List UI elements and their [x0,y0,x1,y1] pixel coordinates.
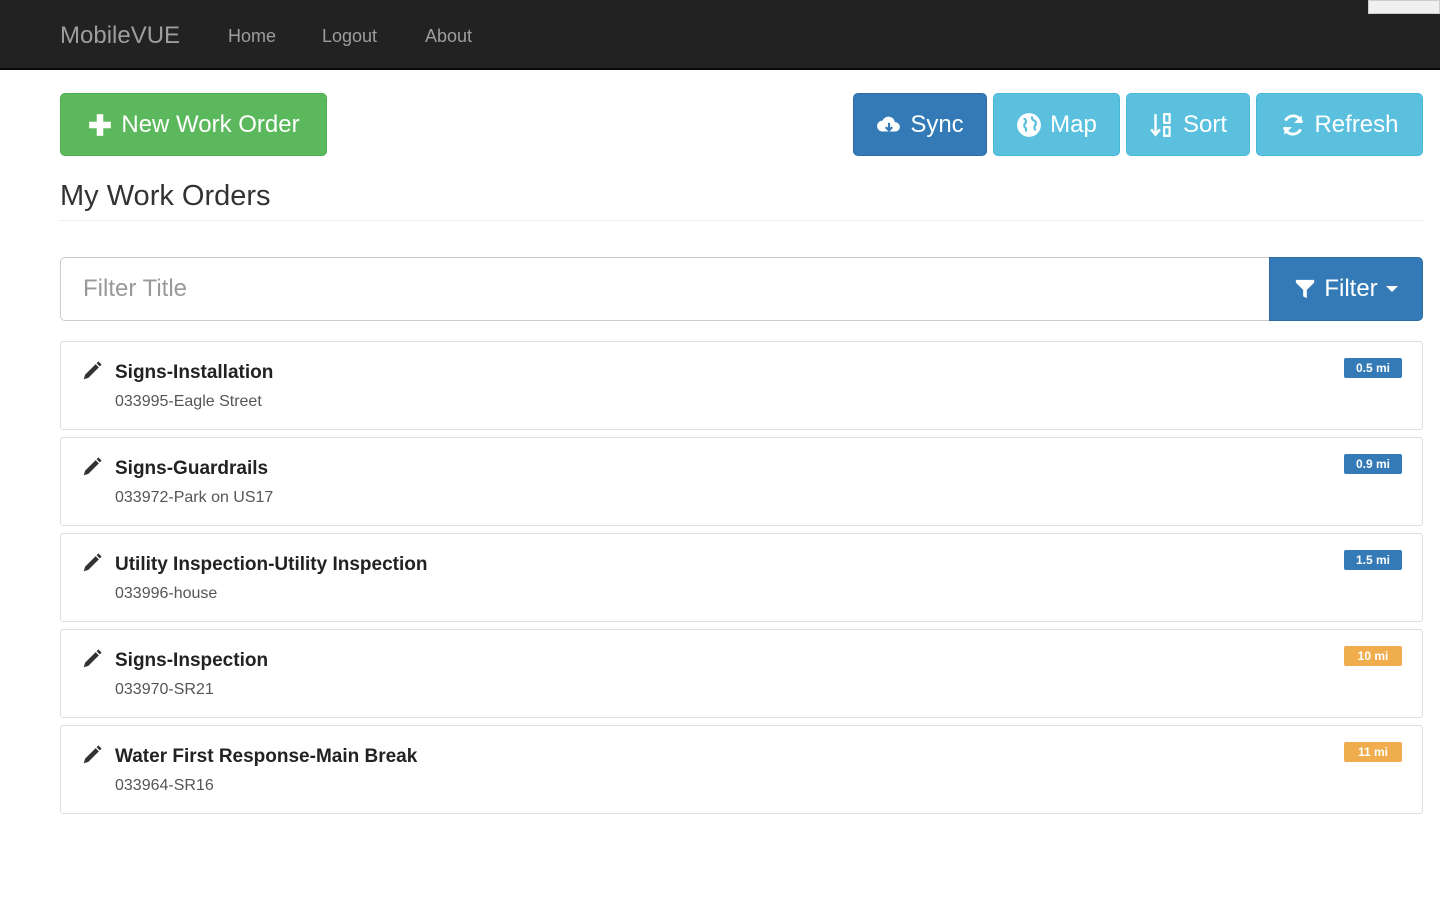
brand-logo[interactable]: MobileVUE [60,22,180,50]
work-order-title: Signs-Inspection [115,650,269,671]
work-order-title: Signs-Guardrails [115,458,269,479]
refresh-icon [1283,113,1304,136]
refresh-label: Refresh [1314,110,1399,138]
work-order-subtitle: 033996-house [115,585,218,602]
work-order-title: Utility Inspection-Utility Inspection [115,554,428,575]
sync-button[interactable]: Sync [853,93,987,156]
filter-dropdown-button[interactable]: Filter [1269,257,1423,321]
distance-badge: 10 mi [1344,646,1402,666]
work-order-subtitle: 033970-SR21 [115,681,214,698]
page-title: My Work Orders [60,180,271,212]
work-order-item[interactable]: Utility Inspection-Utility Inspection 03… [60,533,1423,622]
work-order-subtitle: 033964-SR16 [115,777,214,794]
work-order-item[interactable]: Water First Response-Main Break 033964-S… [60,725,1423,814]
filter-icon [1296,279,1315,299]
nav-link-about[interactable]: About [425,26,472,47]
nav-link-logout[interactable]: Logout [322,26,377,47]
sort-label: Sort [1182,110,1227,138]
filter-title-input[interactable] [60,257,1270,321]
distance-badge: 1.5 mi [1344,550,1402,570]
pencil-icon [83,649,102,668]
map-button[interactable]: Map [993,93,1120,156]
pencil-icon [83,361,102,380]
pencil-icon [83,745,102,764]
new-work-order-button[interactable]: New Work Order [60,93,327,156]
nav-link-home[interactable]: Home [228,26,276,47]
work-order-item[interactable]: Signs-Inspection 033970-SR21 10 mi [60,629,1423,718]
pencil-icon [83,457,102,476]
caret-down-icon [1385,286,1398,292]
top-navbar: MobileVUE Home Logout About [0,0,1440,70]
work-order-list: Signs-Installation 033995-Eagle Street 0… [60,341,1423,821]
sort-button[interactable]: Sort [1126,93,1250,156]
refresh-button[interactable]: Refresh [1256,93,1423,156]
work-order-subtitle: 033972-Park on US17 [115,489,274,506]
work-order-item[interactable]: Signs-Guardrails 033972-Park on US17 0.9… [60,437,1423,526]
pencil-icon [83,553,102,572]
distance-badge: 0.9 mi [1344,454,1402,474]
corner-indicator [1368,0,1440,14]
filter-button-label: Filter [1324,275,1378,302]
globe-icon [1017,112,1042,137]
plus-icon [89,113,112,136]
cloud-download-icon [877,116,901,132]
new-work-order-label: New Work Order [121,110,300,138]
sync-label: Sync [910,110,964,138]
work-order-title: Water First Response-Main Break [115,746,418,767]
distance-badge: 11 mi [1344,742,1402,762]
distance-badge: 0.5 mi [1344,358,1402,378]
sort-numeric-icon [1150,112,1171,137]
work-order-title: Signs-Installation [115,362,274,383]
title-divider [60,220,1423,221]
work-order-item[interactable]: Signs-Installation 033995-Eagle Street 0… [60,341,1423,430]
map-label: Map [1050,110,1097,138]
work-order-subtitle: 033995-Eagle Street [115,393,262,410]
